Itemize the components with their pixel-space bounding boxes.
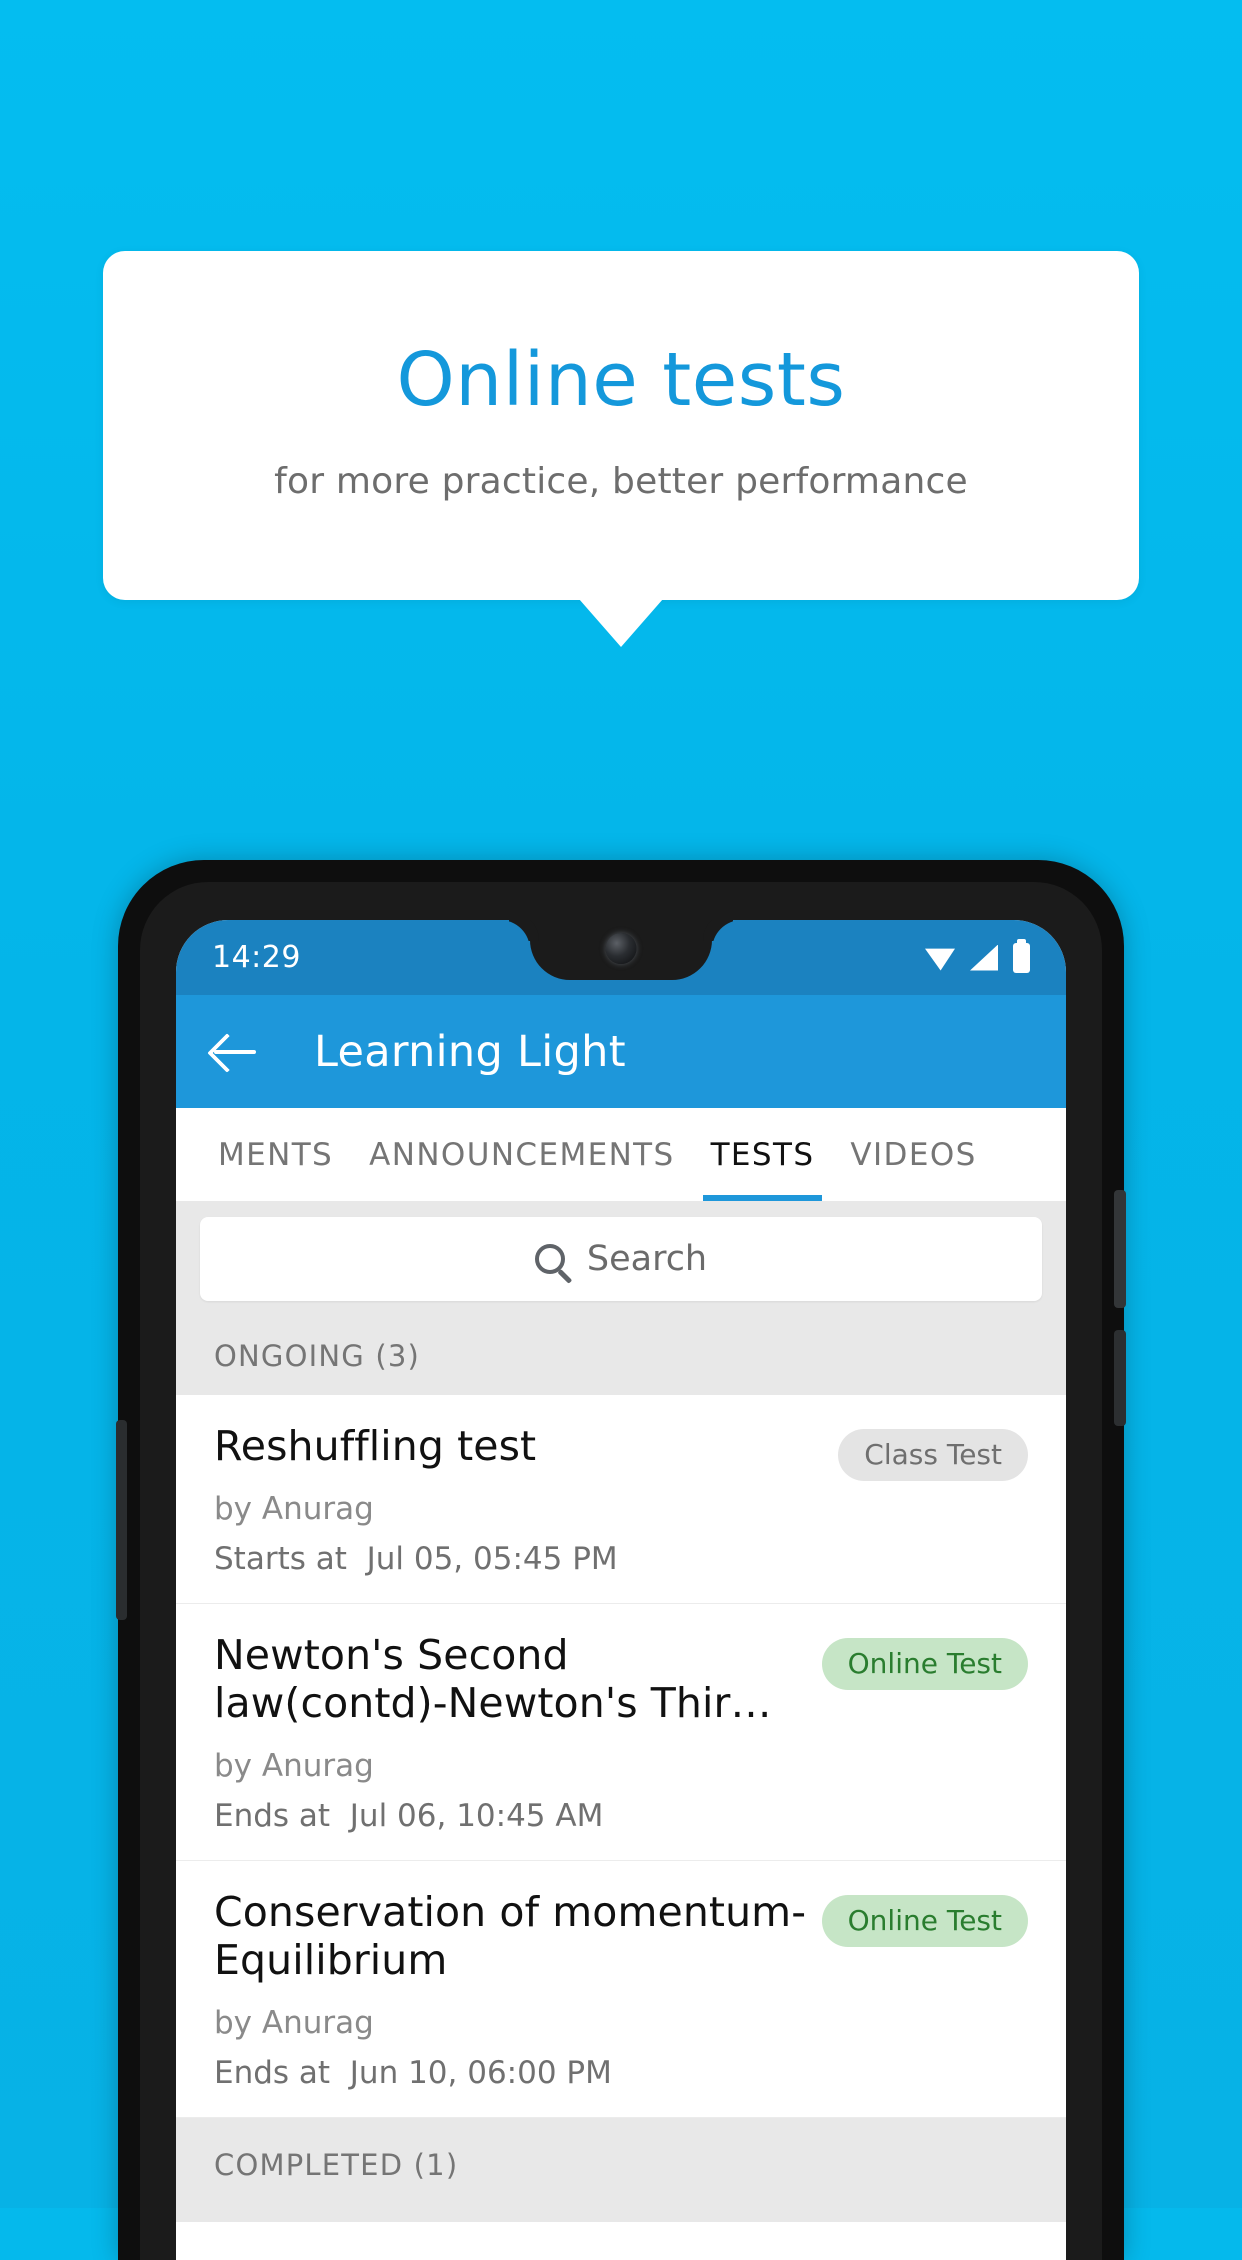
test-author: by Anurag bbox=[214, 1490, 374, 1527]
test-schedule: Ends at Jul 06, 10:45 AM bbox=[214, 1797, 604, 1834]
tab-assignments[interactable]: MENTS bbox=[200, 1108, 351, 1201]
app-bar-title: Learning Light bbox=[314, 1026, 626, 1077]
front-camera-icon bbox=[605, 933, 637, 964]
status-clock: 14:29 bbox=[212, 940, 301, 975]
test-schedule: Ends at Jun 10, 06:00 PM bbox=[214, 2054, 612, 2091]
phone-volume-button[interactable] bbox=[1114, 1330, 1126, 1426]
tab-tests[interactable]: TESTS bbox=[693, 1108, 833, 1201]
phone-mockup: 14:29 Learning Light MENTS ANNOUNCEMENTS… bbox=[116, 860, 1126, 2260]
status-badge: Online Test bbox=[821, 1637, 1028, 1690]
phone-power-button[interactable] bbox=[1114, 1190, 1126, 1308]
test-title: Conservation of momentum-Equilibrium bbox=[214, 1887, 807, 1984]
status-bar: 14:29 bbox=[176, 920, 1066, 995]
promo-card: Online tests for more practice, better p… bbox=[103, 251, 1139, 600]
back-arrow-icon[interactable] bbox=[212, 1029, 258, 1075]
section-header-completed: COMPLETED (1) bbox=[176, 2117, 1066, 2222]
phone-left-button[interactable] bbox=[116, 1420, 127, 1620]
test-title: Reshuffling test bbox=[214, 1422, 537, 1470]
tab-announcements[interactable]: ANNOUNCEMENTS bbox=[351, 1108, 692, 1201]
tests-list: Reshuffling test by Anurag Starts at Jul… bbox=[176, 1395, 1066, 2118]
list-item[interactable]: Conservation of momentum-Equilibrium by … bbox=[176, 1861, 1066, 2118]
section-header-ongoing: ONGOING (3) bbox=[176, 1323, 1066, 1395]
phone-screen: 14:29 Learning Light MENTS ANNOUNCEMENTS… bbox=[176, 920, 1066, 2260]
search-input[interactable]: Search bbox=[200, 1217, 1042, 1301]
tests-content: Search ONGOING (3) Reshuffling test by A… bbox=[176, 1201, 1066, 2222]
list-item[interactable]: Newton's Second law(contd)-Newton's Thir… bbox=[176, 1604, 1066, 1861]
signal-icon bbox=[970, 944, 998, 971]
status-badge: Class Test bbox=[838, 1429, 1028, 1481]
list-item[interactable]: Reshuffling test by Anurag Starts at Jul… bbox=[176, 1395, 1066, 1604]
app-bar: Learning Light bbox=[176, 995, 1066, 1108]
test-title: Newton's Second law(contd)-Newton's Thir… bbox=[214, 1630, 772, 1727]
search-container: Search bbox=[176, 1201, 1066, 1323]
test-schedule: Starts at Jul 05, 05:45 PM bbox=[214, 1540, 618, 1577]
search-placeholder: Search bbox=[586, 1239, 708, 1279]
status-badge: Online Test bbox=[821, 1894, 1028, 1947]
promo-title: Online tests bbox=[396, 337, 846, 423]
status-icons bbox=[925, 938, 1030, 973]
test-author: by Anurag bbox=[214, 2004, 374, 2041]
promo-subtitle: for more practice, better performance bbox=[274, 461, 968, 502]
wifi-icon bbox=[925, 948, 955, 971]
search-icon bbox=[534, 1244, 565, 1274]
promo-card-tail bbox=[579, 599, 663, 647]
test-author: by Anurag bbox=[214, 1747, 374, 1784]
tab-videos[interactable]: VIDEOS bbox=[832, 1108, 994, 1201]
battery-icon bbox=[1013, 938, 1030, 973]
phone-bezel: 14:29 Learning Light MENTS ANNOUNCEMENTS… bbox=[140, 882, 1102, 2260]
tab-bar: MENTS ANNOUNCEMENTS TESTS VIDEOS bbox=[176, 1108, 1066, 1201]
